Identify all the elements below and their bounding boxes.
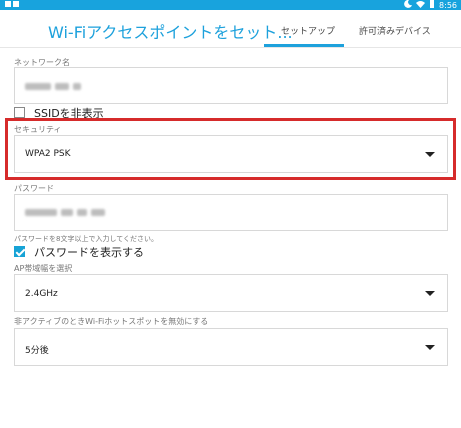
- ap-band-label: AP帯域幅を選択: [14, 264, 73, 273]
- password-field[interactable]: [14, 194, 448, 231]
- password-hint: パスワードを8文字以上で入力してください。: [14, 235, 159, 243]
- obscured-text: [25, 83, 51, 90]
- obscured-text: [61, 209, 73, 216]
- clock-time: 8:56: [439, 0, 457, 10]
- ap-band-select[interactable]: 2.4GHz: [14, 274, 448, 312]
- security-select[interactable]: WPA2 PSK: [14, 135, 448, 173]
- tab-allowed-devices[interactable]: 許可済みデバイス: [359, 24, 431, 37]
- status-bar: 8:56: [0, 0, 461, 10]
- active-tab-indicator: [264, 44, 344, 47]
- network-name-field[interactable]: [14, 67, 448, 104]
- obscured-text: [55, 83, 69, 90]
- obscured-text: [91, 209, 105, 216]
- show-password-checkbox[interactable]: [14, 246, 25, 257]
- dropdown-arrow-icon: [425, 152, 435, 157]
- show-password-label: パスワードを表示する: [34, 246, 144, 259]
- inactive-disable-label: 非アクティブのときWi-Fiホットスポットを無効にする: [14, 317, 209, 326]
- tab-setup[interactable]: セットアップ: [281, 24, 335, 37]
- dropdown-arrow-icon: [425, 345, 435, 350]
- app-bar: Wi-Fiアクセスポイントをセット... セットアップ 許可済みデバイス: [0, 10, 461, 48]
- inactive-disable-value: 5分後: [25, 346, 49, 356]
- obscured-text: [25, 209, 57, 216]
- obscured-text: [77, 209, 87, 216]
- security-value: WPA2 PSK: [25, 149, 71, 159]
- security-label: セキュリティ: [14, 125, 62, 134]
- hide-ssid-checkbox[interactable]: [14, 107, 25, 118]
- page-title: Wi-Fiアクセスポイントをセット...: [48, 23, 293, 42]
- password-label: パスワード: [14, 184, 54, 193]
- inactive-disable-select[interactable]: 5分後: [14, 328, 448, 366]
- dropdown-arrow-icon: [425, 291, 435, 296]
- obscured-text: [73, 83, 81, 90]
- ap-band-value: 2.4GHz: [25, 289, 58, 299]
